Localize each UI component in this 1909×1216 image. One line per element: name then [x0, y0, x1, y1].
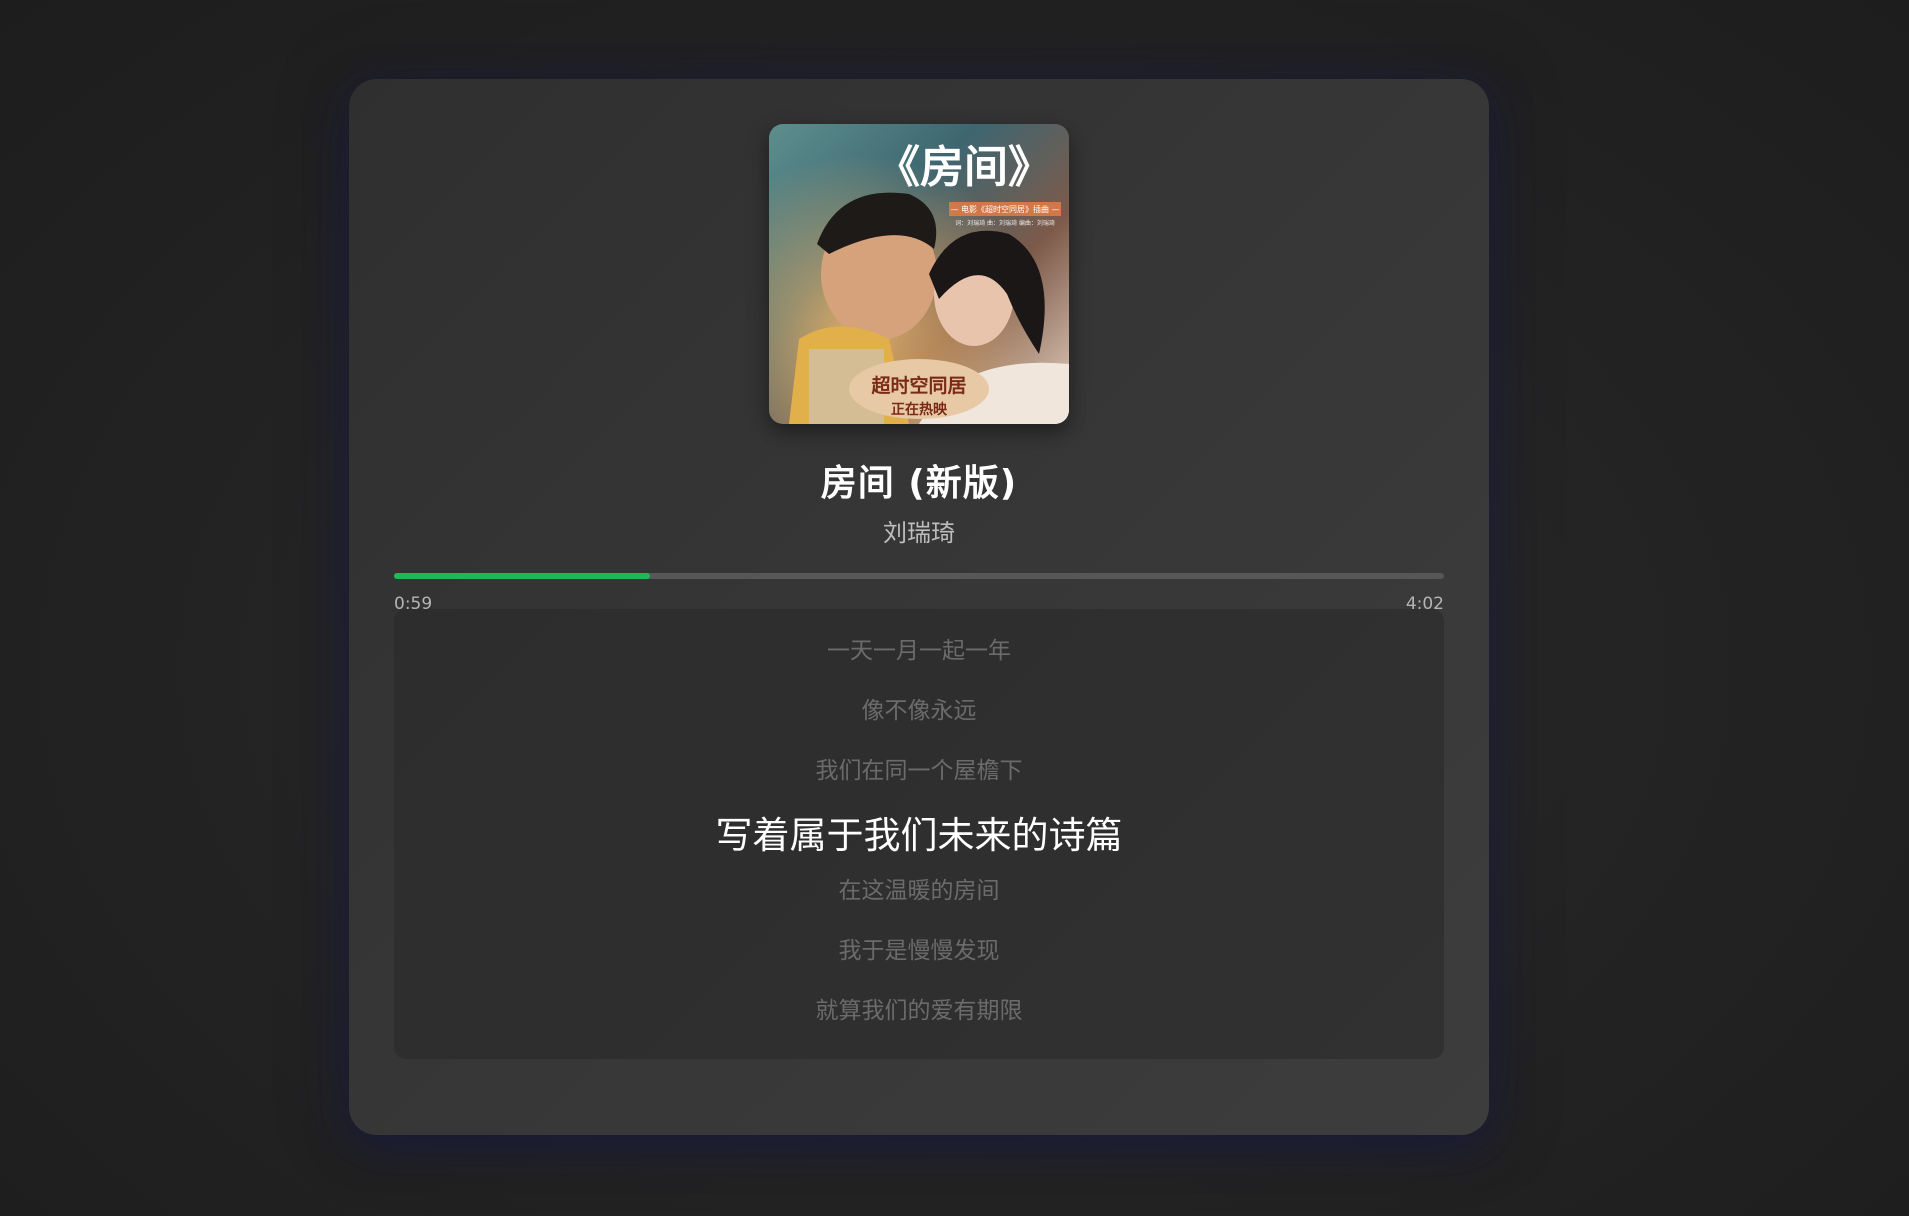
lyric-line: 我们在同一个屋檐下	[815, 758, 1023, 784]
song-title: 房间 (新版)	[820, 463, 1018, 504]
lyric-line: 一天一月一起一年	[827, 638, 1011, 664]
cover-tagline: 正在热映	[891, 401, 948, 418]
cover-title-text: 《房间》	[876, 142, 1052, 193]
progress-fill	[394, 573, 650, 579]
lyric-line: 我于是慢慢发现	[838, 938, 1000, 964]
lyrics-panel: 一天一月一起一年 像不像永远 我们在同一个屋檐下 写着属于我们未来的诗篇 在这温…	[394, 609, 1444, 1059]
album-cover: 《房间》 — 电影《超时空同居》插曲 — 词：刘瑞琦 曲：刘瑞琦 编曲：刘瑞琦 …	[769, 124, 1069, 424]
artist-name: 刘瑞琦	[883, 519, 955, 547]
progress-bar[interactable]	[394, 573, 1444, 579]
lyric-line: 像不像永远	[861, 698, 977, 724]
player-card: 《房间》 — 电影《超时空同居》插曲 — 词：刘瑞琦 曲：刘瑞琦 编曲：刘瑞琦 …	[349, 79, 1489, 1135]
lyric-line: 就算我们的爱有期限	[815, 998, 1023, 1024]
cover-movie-name: 超时空同居	[870, 374, 966, 397]
lyric-line-current: 写着属于我们未来的诗篇	[715, 814, 1123, 857]
cover-subtitle-text: — 电影《超时空同居》插曲 —	[950, 204, 1059, 214]
lyric-line: 在这温暖的房间	[838, 878, 1000, 904]
cover-credits-text: 词：刘瑞琦 曲：刘瑞琦 编曲：刘瑞琦	[955, 219, 1055, 227]
